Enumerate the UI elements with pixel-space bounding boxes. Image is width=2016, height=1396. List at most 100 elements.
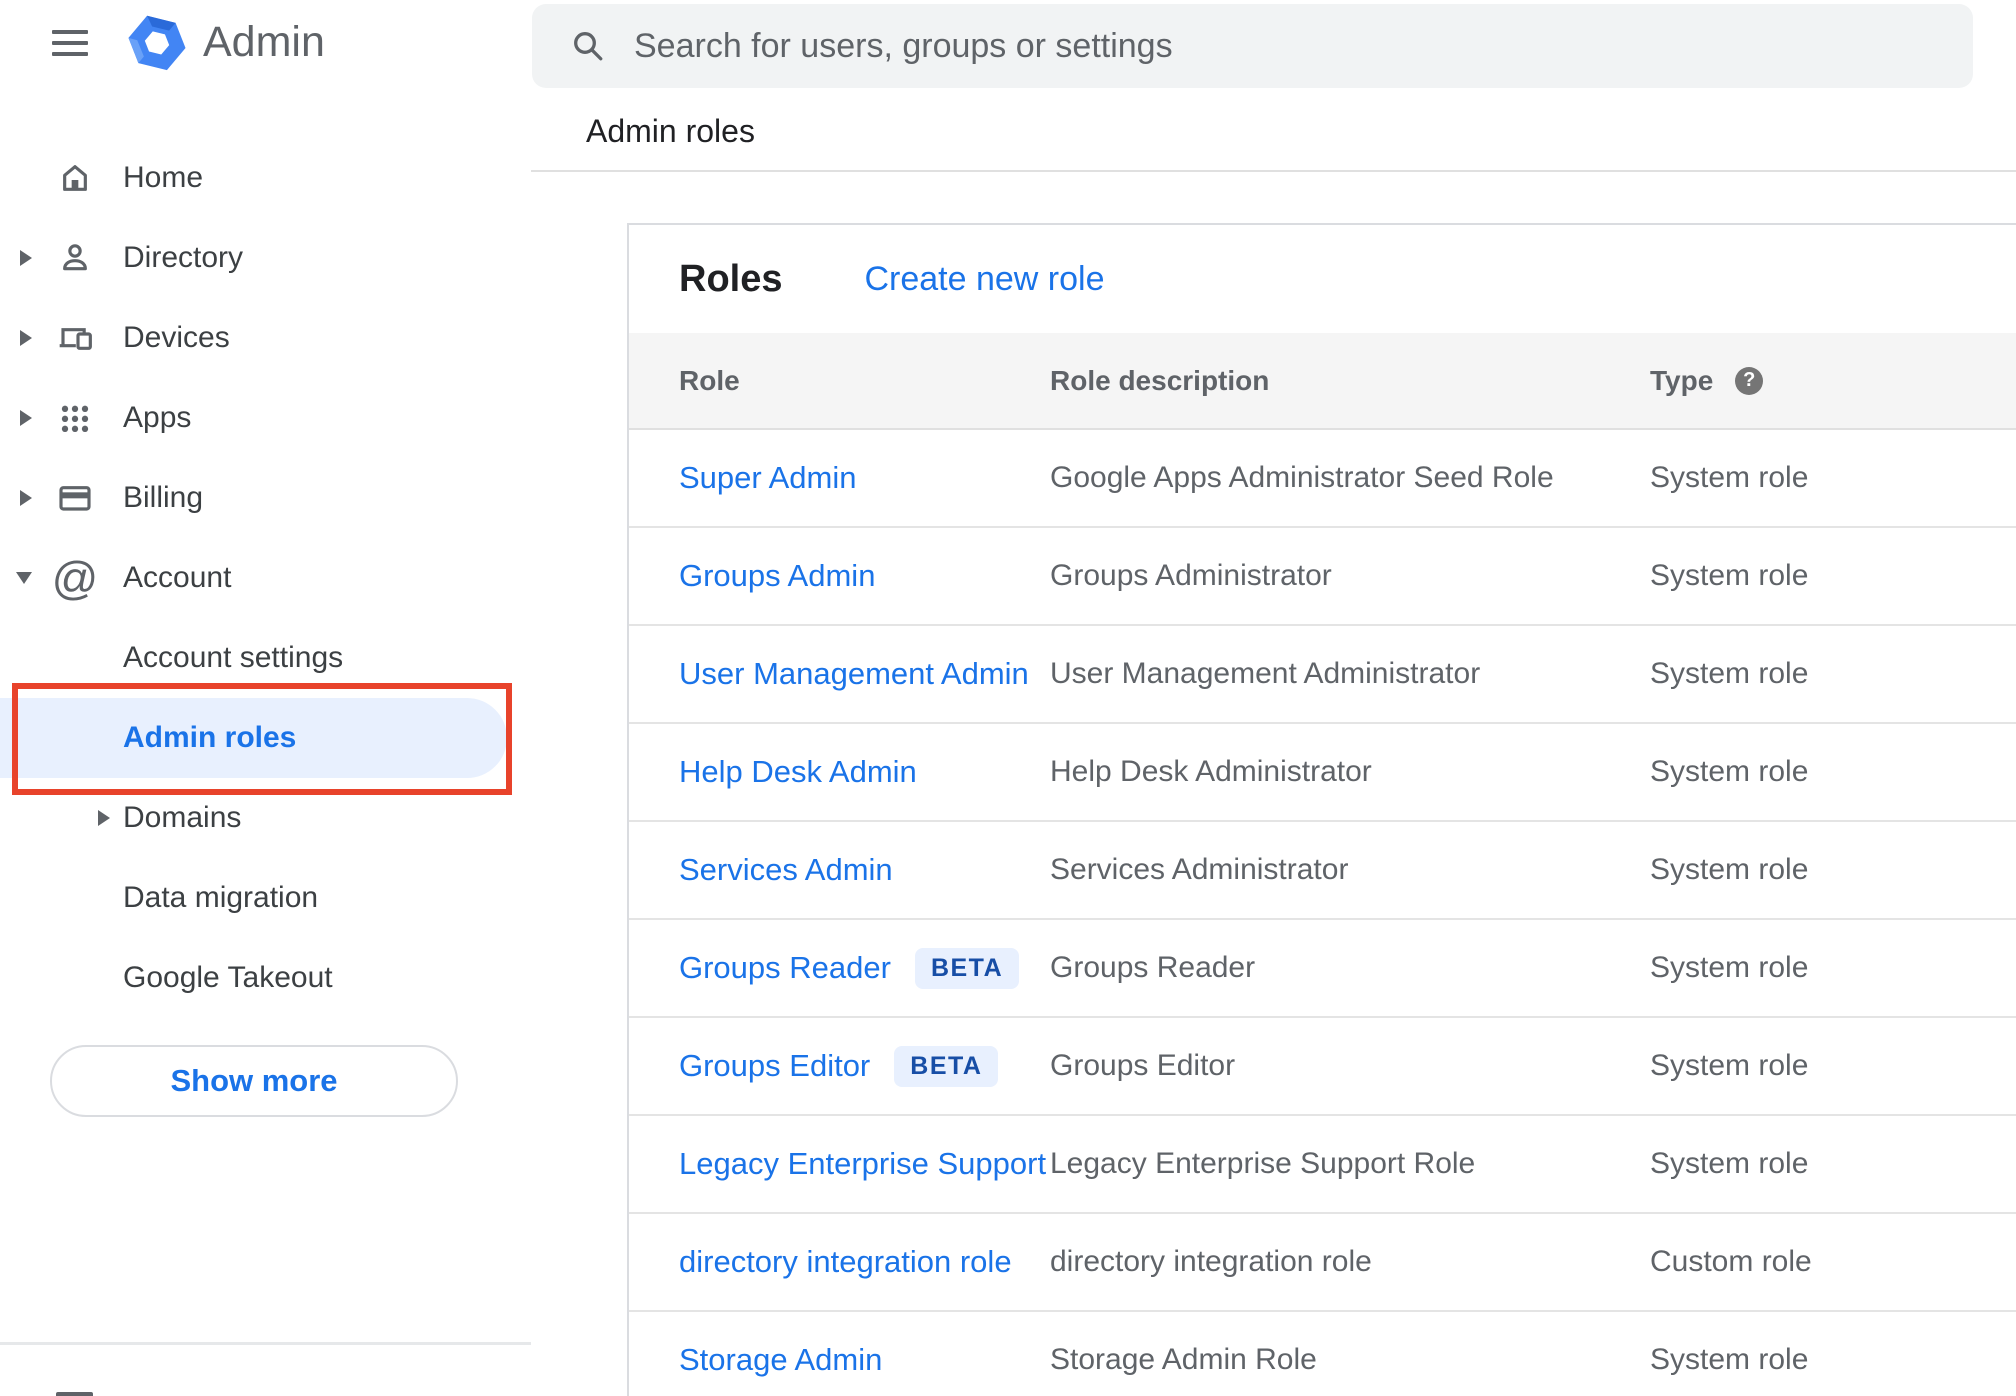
search-input[interactable] (634, 26, 1943, 66)
sidebar-item-domains[interactable]: Domains (0, 778, 531, 858)
sidebar-item-apps[interactable]: Apps (0, 378, 531, 458)
app-title: Admin (203, 18, 325, 66)
role-cell: Help Desk Admin (679, 754, 1050, 790)
show-more-button[interactable]: Show more (50, 1045, 458, 1117)
collapse-arrow-icon[interactable] (16, 572, 32, 584)
role-description-cell: Groups Reader (1050, 951, 1256, 984)
card-title: Roles (679, 257, 783, 300)
home-icon (53, 156, 97, 200)
sidebar-divider (0, 1342, 531, 1345)
role-cell: User Management Admin (679, 656, 1050, 692)
role-type-cell: System role (1650, 657, 1809, 690)
sidebar-item-admin-roles[interactable]: Admin roles (0, 683, 531, 795)
role-description-cell: Legacy Enterprise Support Role (1050, 1147, 1476, 1180)
role-type-cell: System role (1650, 1147, 1809, 1180)
breadcrumb: Admin roles (586, 113, 755, 149)
role-link[interactable]: directory integration role (679, 1244, 1012, 1280)
expand-arrow-icon[interactable] (98, 810, 110, 826)
sidebar-item-label: Account (123, 561, 232, 594)
role-description-cell: Help Desk Administrator (1050, 755, 1372, 788)
table-row: Services Admin Services Administrator Syst… (629, 822, 2016, 920)
help-icon[interactable]: ? (1735, 366, 1764, 395)
billing-icon (53, 476, 97, 520)
role-cell: Services Admin (679, 852, 1050, 888)
role-link[interactable]: Legacy Enterprise Support (679, 1146, 1046, 1182)
table-row: directory integration role directory inte… (629, 1214, 2016, 1312)
role-cell: Groups Editor BETA (679, 1045, 1050, 1087)
sidebar-header: Admin (0, 0, 531, 96)
role-link[interactable]: User Management Admin (679, 656, 1029, 692)
role-type-cell: System role (1650, 461, 1809, 494)
table-row: Help Desk Admin Help Desk Administrator Sy… (629, 724, 2016, 822)
role-link[interactable]: Storage Admin (679, 1342, 882, 1378)
sidebar-item-google-takeout[interactable]: Google Takeout (0, 938, 531, 1018)
search-bar[interactable] (532, 4, 1973, 88)
role-link[interactable]: Groups Admin (679, 558, 875, 594)
role-cell: Legacy Enterprise Support (679, 1146, 1050, 1182)
breadcrumb-divider (531, 170, 2016, 172)
role-link[interactable]: Groups Editor (679, 1048, 870, 1084)
expand-arrow-icon[interactable] (20, 410, 32, 426)
role-description-cell: Groups Editor (1050, 1049, 1236, 1082)
sidebar-item-account-settings[interactable]: Account settings (0, 618, 531, 698)
role-type-cell: Custom role (1650, 1245, 1812, 1278)
column-header-role-description: Role description (1050, 364, 1270, 396)
beta-badge: BETA (894, 1045, 999, 1087)
table-row: Storage Admin Storage Admin Role System ro… (629, 1312, 2016, 1396)
sidebar-item-devices[interactable]: Devices (0, 298, 531, 378)
apps-icon (53, 396, 97, 440)
column-header-type-label: Type (1650, 364, 1714, 396)
table-row: Super Admin Google Apps Administrator See… (629, 430, 2016, 528)
sidebar-item-home[interactable]: Home (0, 138, 531, 218)
role-cell: Groups Admin (679, 558, 1050, 594)
devices-icon (53, 316, 97, 360)
role-type-cell: System role (1650, 951, 1809, 984)
table-row: Groups Reader BETA Groups Reader System rol… (629, 920, 2016, 1018)
sidebar-item-label: Domains (123, 801, 242, 834)
role-description-cell: Services Administrator (1050, 853, 1349, 886)
role-link[interactable]: Super Admin (679, 460, 857, 496)
sidebar-item-billing[interactable]: Billing (0, 458, 531, 538)
admin-logo-icon[interactable] (126, 14, 188, 79)
role-link[interactable]: Services Admin (679, 852, 893, 888)
role-cell: directory integration role (679, 1244, 1050, 1280)
role-cell: Storage Admin (679, 1342, 1050, 1378)
sidebar-item-directory[interactable]: Directory (0, 218, 531, 298)
table-body: Super Admin Google Apps Administrator See… (629, 430, 2016, 1396)
expand-arrow-icon[interactable] (20, 250, 32, 266)
sidebar-item-account[interactable]: @ Account (0, 538, 531, 618)
beta-badge: BETA (914, 947, 1020, 989)
role-link[interactable]: Groups Reader (679, 950, 891, 986)
roles-card-header: Roles Create new role (629, 225, 2016, 333)
roles-card: Roles Create new role Role Role descript… (627, 223, 2016, 1396)
sidebar-item-data-migration[interactable]: Data migration (0, 858, 531, 938)
column-header-role: Role (679, 364, 740, 396)
table-row: Groups Admin Groups Administrator System r… (629, 528, 2016, 626)
role-cell: Groups Reader BETA (679, 947, 1050, 989)
sidebar-item-label: Home (123, 161, 204, 194)
role-description-cell: directory integration role (1050, 1245, 1372, 1278)
role-description-cell: Groups Administrator (1050, 559, 1332, 592)
table-row: User Management Admin User Management Adm… (629, 626, 2016, 724)
role-type-cell: System role (1650, 1049, 1809, 1082)
sidebar-item-label: Data migration (123, 881, 319, 914)
show-more-label: Show more (170, 1063, 338, 1098)
expand-arrow-icon[interactable] (20, 330, 32, 346)
role-type-cell: System role (1650, 853, 1809, 886)
sidebar-item-label: Billing (123, 481, 204, 514)
sidebar-item-label: Account settings (123, 641, 344, 674)
directory-icon (53, 236, 97, 280)
role-type-cell: System role (1650, 1343, 1809, 1376)
expand-arrow-icon[interactable] (20, 490, 32, 506)
account-icon: @ (51, 552, 99, 604)
role-cell: Super Admin (679, 460, 1050, 496)
create-new-role-link[interactable]: Create new role (864, 260, 1104, 299)
search-icon (570, 28, 606, 64)
role-link[interactable]: Help Desk Admin (679, 754, 917, 790)
menu-icon[interactable] (52, 28, 88, 58)
sidebar-nav: Home Directory Devices Apps Billing @ Account A… (0, 138, 531, 1018)
table-row: Legacy Enterprise Support Legacy Enterpri… (629, 1116, 2016, 1214)
sidebar-item-label: Devices (123, 321, 230, 354)
role-description-cell: Google Apps Administrator Seed Role (1050, 461, 1554, 494)
sidebar-item-label: Google Takeout (123, 961, 333, 994)
